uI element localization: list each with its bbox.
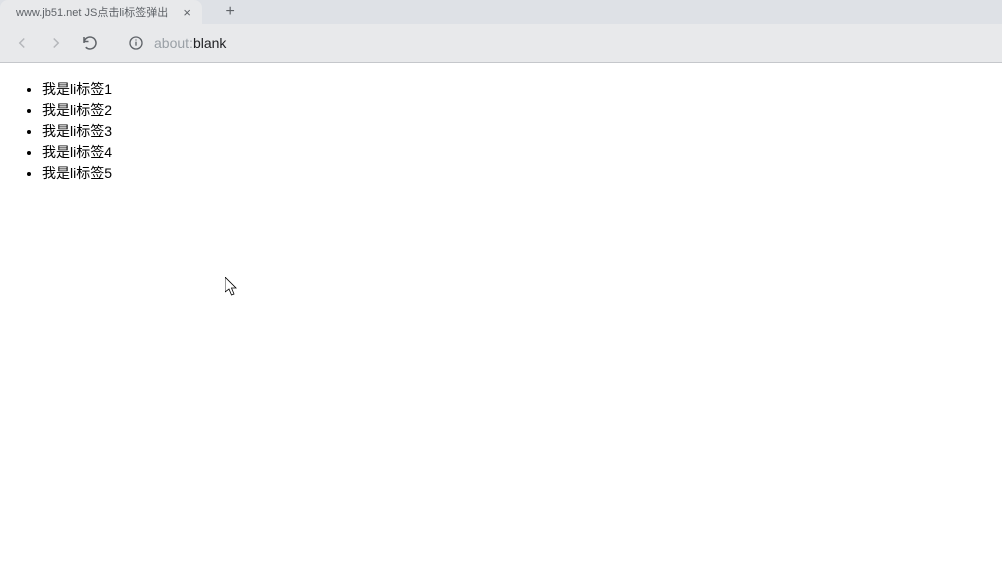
close-icon[interactable]: × bbox=[180, 5, 194, 19]
tab-title: www.jb51.net JS点击li标签弹出 bbox=[16, 4, 168, 20]
plus-icon: + bbox=[226, 3, 235, 21]
new-tab-button[interactable]: + bbox=[220, 2, 240, 22]
arrow-right-icon bbox=[47, 34, 65, 52]
arrow-left-icon bbox=[13, 34, 31, 52]
url-text: about:blank bbox=[154, 35, 226, 51]
address-bar[interactable]: about:blank bbox=[118, 29, 994, 57]
info-icon[interactable] bbox=[128, 35, 144, 51]
item-list: 我是li标签1 我是li标签2 我是li标签3 我是li标签4 我是li标签5 bbox=[0, 79, 1002, 184]
list-item[interactable]: 我是li标签2 bbox=[42, 100, 1002, 121]
browser-tab[interactable]: www.jb51.net JS点击li标签弹出 × bbox=[0, 0, 202, 24]
page-content: 我是li标签1 我是li标签2 我是li标签3 我是li标签4 我是li标签5 bbox=[0, 63, 1002, 568]
browser-chrome: www.jb51.net JS点击li标签弹出 × + about:blank bbox=[0, 0, 1002, 63]
reload-icon bbox=[81, 34, 99, 52]
forward-button[interactable] bbox=[42, 29, 70, 57]
list-item[interactable]: 我是li标签4 bbox=[42, 142, 1002, 163]
list-item[interactable]: 我是li标签5 bbox=[42, 163, 1002, 184]
list-item[interactable]: 我是li标签1 bbox=[42, 79, 1002, 100]
tab-bar: www.jb51.net JS点击li标签弹出 × + bbox=[0, 0, 1002, 24]
browser-toolbar: about:blank bbox=[0, 24, 1002, 62]
reload-button[interactable] bbox=[76, 29, 104, 57]
back-button[interactable] bbox=[8, 29, 36, 57]
list-item[interactable]: 我是li标签3 bbox=[42, 121, 1002, 142]
